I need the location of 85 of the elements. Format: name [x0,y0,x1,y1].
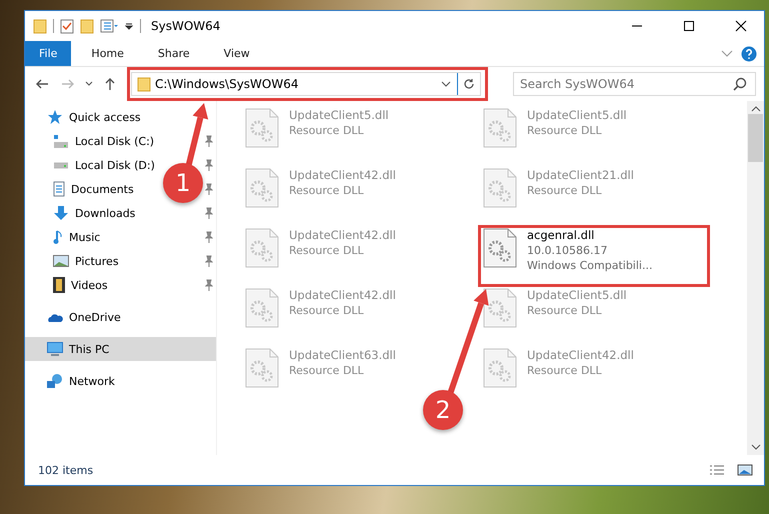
file-name: UpdateClient5.dll [527,288,627,303]
scrollbar-thumb[interactable] [748,114,763,162]
file-detail: 10.0.10586.17 [527,243,608,258]
sidebar-item[interactable]: Local Disk (C:) [25,129,158,153]
caret-icon [85,81,93,87]
monitor-icon [47,342,63,356]
star-icon [47,109,63,125]
sidebar-item[interactable]: Documents [25,177,138,201]
file-name: UpdateClient21.dll [527,168,634,183]
dropdown-icon [124,21,134,31]
up-arrow-icon [104,77,116,91]
chevron-up-icon [750,106,760,112]
file-detail: Resource DLL [289,183,365,198]
maximize-icon [683,20,695,32]
sidebar-item[interactable]: Videos [25,273,112,297]
file-name: UpdateClient63.dll [289,348,396,363]
sidebar-item[interactable]: Network [25,369,119,393]
gear-document-icon [245,288,279,328]
file-detail: Resource DLL [527,123,603,138]
file-detail: Resource DLL [527,303,603,318]
address-bar[interactable]: C:\Windows\SysWOW64 [131,72,481,96]
left-arrow-icon [35,78,49,90]
details-view-icon [709,464,725,476]
drive-icon [53,134,69,148]
window-title: SysWOW64 [151,19,222,33]
file-name: acgenral.dll [527,228,596,243]
file-detail: Resource DLL [289,243,365,258]
item-count: 102 items [38,464,94,476]
drive-icon [53,162,69,168]
film-icon [53,277,65,293]
search-icon [733,77,747,91]
scrollbar[interactable] [747,101,764,455]
sidebar-item[interactable]: OneDrive [25,305,125,329]
refresh-icon [463,78,475,90]
right-arrow-icon [61,78,75,90]
ribbon-tab[interactable]: View [210,41,264,66]
chevron-down-icon [721,50,733,58]
down-arrow-icon [53,205,69,221]
ribbon-tab[interactable]: Home [77,41,138,66]
file-name: UpdateClient42.dll [289,228,396,243]
sidebar-item[interactable]: Local Disk (D:) [25,153,159,177]
gear-document-icon [483,288,517,328]
gear-document-icon [245,168,279,208]
sidebar-item[interactable]: Downloads [25,201,140,225]
file-name: UpdateClient5.dll [527,108,627,123]
document-icon [53,181,65,197]
thumbnail-view-icon [737,464,753,476]
gear-document-icon [245,228,279,268]
chevron-down-icon [441,81,451,87]
file-detail: Resource DLL [289,363,365,378]
ribbon-tab[interactable]: Share [144,41,204,66]
folder-icon [33,18,47,34]
gear-document-icon [245,108,279,148]
file-detail: Windows Compatibili... [527,258,652,273]
folder-icon [80,18,94,34]
file-detail: Resource DLL [289,123,365,138]
help-icon [741,46,757,62]
music-note-icon [53,229,63,245]
gear-document-icon [245,348,279,388]
file-item[interactable]: acgenral.dll 10.0.10586.17 Windows Compatibili... [483,228,652,270]
file-name: UpdateClient42.dll [527,348,634,363]
network-icon [47,374,63,388]
gear-document-icon [483,228,517,268]
gear-document-icon [483,348,517,388]
file-name: UpdateClient5.dll [289,108,389,123]
picture-icon [53,255,69,267]
file-detail: Resource DLL [289,303,365,318]
folder-icon [137,76,151,92]
checklist-icon [60,18,74,34]
gear-document-icon [483,108,517,148]
sidebar-item[interactable]: Quick access [25,105,145,129]
file-detail: Resource DLL [527,363,603,378]
search-box[interactable]: Search SysWOW64 [513,72,756,96]
sidebar-item[interactable]: Music [25,225,104,249]
file-detail: Resource DLL [527,183,603,198]
sidebar-item[interactable]: This PC [25,337,216,361]
gear-document-icon [483,168,517,208]
file-name: UpdateClient42.dll [289,288,396,303]
sidebar-item[interactable]: Pictures [25,249,123,273]
properties-icon [100,18,118,34]
chevron-down-icon [750,444,760,450]
ribbon-tab[interactable]: File [25,41,72,66]
cloud-icon [47,312,63,322]
close-icon [735,20,747,32]
file-name: UpdateClient42.dll [289,168,396,183]
